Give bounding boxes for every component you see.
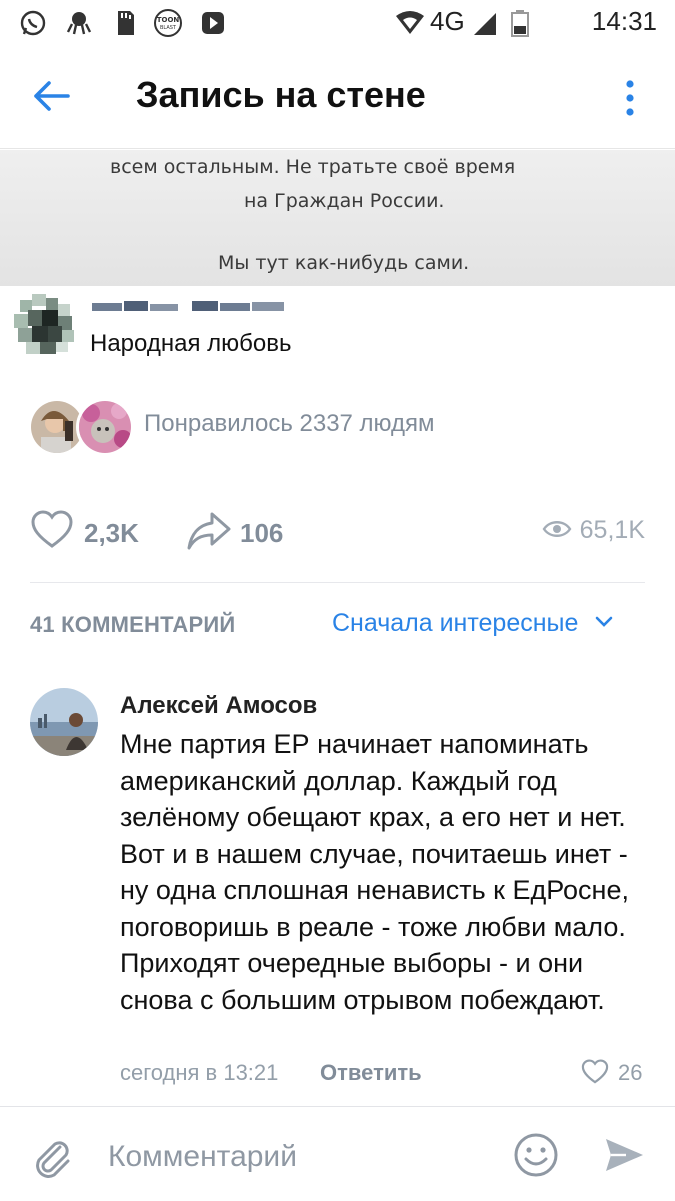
battery-icon: [511, 10, 529, 37]
author-name-pixelated[interactable]: [92, 295, 292, 319]
signal-icon: [474, 13, 496, 35]
comment-text: Мне партия ЕР начинает напоминать америк…: [120, 729, 629, 1015]
likes-summary[interactable]: Понравилось 2337 людям: [144, 410, 435, 438]
comments-count: 41 КОММЕНТАРИЙ: [30, 612, 236, 637]
sd-card-icon: [118, 11, 134, 35]
like-button[interactable]: 2,3K: [30, 508, 139, 557]
arrow-left-icon[interactable]: [30, 74, 74, 118]
share-count: 106: [240, 518, 284, 548]
divider: [30, 582, 645, 583]
post-text: Народная любовь: [90, 330, 292, 357]
toon-blast-icon: TOON BLAST: [154, 9, 182, 37]
send-icon[interactable]: [602, 1133, 646, 1177]
image-text-line: Мы тут как-нибудь сами.: [218, 252, 470, 274]
sort-dropdown[interactable]: Сначала интересные: [332, 609, 613, 638]
svg-text:TOON: TOON: [157, 16, 180, 24]
clock: 14:31: [591, 6, 657, 36]
reply-button[interactable]: Ответить: [320, 1060, 422, 1086]
comment-author[interactable]: Алексей Амосов: [120, 692, 317, 720]
app-header: Запись на стене: [0, 48, 675, 149]
eye-icon: [542, 521, 572, 537]
heart-icon: [31, 510, 73, 548]
image-text-line: всем остальным. Не тратьте своё время: [110, 156, 516, 178]
vertical-dots-icon[interactable]: [612, 76, 648, 120]
svg-text:BLAST: BLAST: [160, 25, 177, 31]
views-counter: 65,1K: [542, 516, 645, 545]
comment-like-button[interactable]: 26: [580, 1058, 642, 1091]
comment-input[interactable]: [108, 1137, 498, 1177]
paperclip-icon[interactable]: [30, 1135, 74, 1179]
octopus-icon: [66, 12, 92, 35]
network-type: 4G: [430, 6, 465, 36]
app-icon: [202, 12, 224, 34]
post-image[interactable]: всем остальным. Не тратьте своё время на…: [0, 150, 675, 286]
views-count: 65,1K: [579, 516, 645, 544]
share-arrow-icon: [187, 512, 231, 550]
whatsapp-icon: [20, 10, 46, 36]
heart-icon: [581, 1059, 609, 1084]
smiley-icon[interactable]: [512, 1131, 560, 1179]
sort-label: Сначала интересные: [332, 609, 579, 637]
share-button[interactable]: 106: [186, 508, 283, 557]
author-avatar[interactable]: [10, 290, 82, 362]
comment-composer: [0, 1106, 675, 1201]
comment-like-count: 26: [618, 1060, 643, 1085]
chevron-down-icon: [596, 616, 613, 627]
status-bar: TOON BLAST 4G 14:31: [0, 0, 675, 48]
liker-avatar[interactable]: [76, 398, 134, 456]
like-count: 2,3K: [84, 518, 139, 548]
wifi-icon: [396, 11, 424, 34]
comment-avatar[interactable]: [30, 688, 98, 756]
image-text-line: на Граждан России.: [244, 190, 445, 212]
page-title: Запись на стене: [136, 74, 426, 115]
comment-time: сегодня в 13:21: [120, 1060, 279, 1085]
